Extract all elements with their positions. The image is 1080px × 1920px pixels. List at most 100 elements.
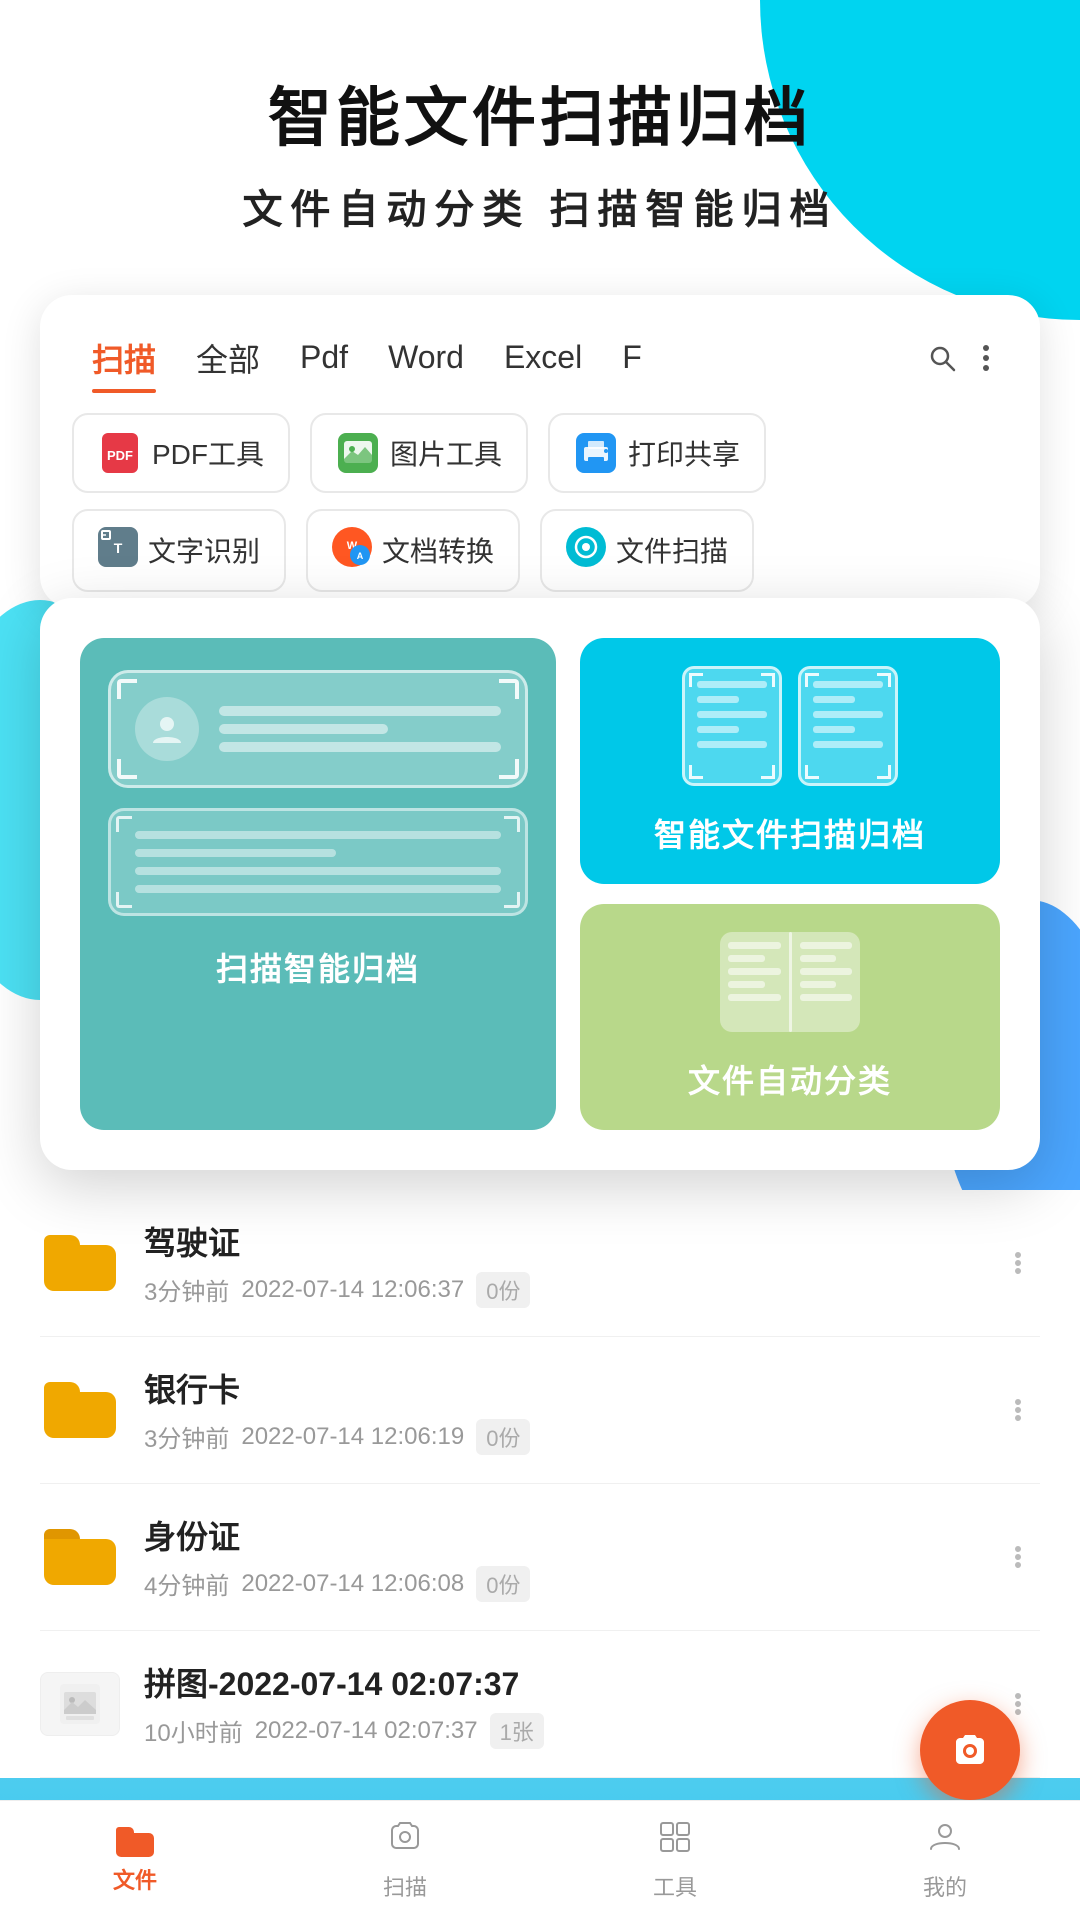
item-name: 银行卡: [144, 1365, 972, 1411]
doc-card-preview: [108, 808, 528, 916]
item-info: 银行卡 3分钟前 2022-07-14 12:06:19 0份: [144, 1365, 972, 1455]
image-icon: [336, 431, 380, 475]
main-title: 智能文件扫描归档: [60, 80, 1020, 157]
print-tool-label: 打印共享: [628, 433, 740, 473]
item-time-ago: 4分钟前: [144, 1566, 229, 1601]
book-icon-preview: [720, 932, 860, 1032]
feature-smart-scan-label: 智能文件扫描归档: [654, 810, 926, 856]
person-icon: [135, 697, 199, 761]
feature-classify-label: 文件自动分类: [688, 1056, 892, 1102]
item-more-button[interactable]: [996, 1241, 1040, 1285]
sub-title: 文件自动分类 扫描智能归档: [60, 177, 1020, 235]
svg-text:PDF: PDF: [107, 448, 133, 463]
item-date: 2022-07-14 12:06:19: [241, 1423, 464, 1451]
tool-row-1: PDF PDF工具 图片工具: [72, 413, 1008, 493]
tab-bar: 扫描 全部 Pdf Word Excel F: [72, 327, 1008, 389]
nav-folder-icon: [116, 1827, 154, 1857]
list-item[interactable]: 拼图-2022-07-14 02:07:37 10小时前 2022-07-14 …: [40, 1631, 1040, 1778]
convert-icon: W A: [332, 527, 372, 574]
doc-icon-2: [798, 666, 898, 786]
doc-pair-preview: [682, 666, 898, 786]
tab-excel[interactable]: Excel: [484, 331, 602, 384]
header: 智能文件扫描归档 文件自动分类 扫描智能归档: [0, 0, 1080, 275]
list-item[interactable]: 驾驶证 3分钟前 2022-07-14 12:06:37 0份: [40, 1190, 1040, 1337]
tool-row-2: T 文字识别 W A 文档转换: [72, 509, 1008, 592]
list-item[interactable]: 银行卡 3分钟前 2022-07-14 12:06:19 0份: [40, 1337, 1040, 1484]
feature-auto-classify[interactable]: 文件自动分类: [580, 904, 1000, 1130]
nav-camera-icon: [387, 1819, 423, 1864]
file-list: 驾驶证 3分钟前 2022-07-14 12:06:37 0份 银行卡 3分钟前…: [0, 1190, 1080, 1778]
item-meta: 4分钟前 2022-07-14 12:06:08 0份: [144, 1566, 972, 1602]
nav-files-label: 文件: [113, 1863, 157, 1895]
img-tool-button[interactable]: 图片工具: [310, 413, 528, 493]
doc-icon-1: [682, 666, 782, 786]
pdf-tool-button[interactable]: PDF PDF工具: [72, 413, 290, 493]
search-button[interactable]: [920, 336, 964, 380]
scan-tool-button[interactable]: 文件扫描: [540, 509, 754, 592]
pdf-tool-label: PDF工具: [152, 433, 264, 473]
item-info: 拼图-2022-07-14 02:07:37 10小时前 2022-07-14 …: [144, 1659, 972, 1749]
feature-scan-label: 扫描智能归档: [216, 944, 420, 990]
scan-icon: [566, 527, 606, 574]
convert-tool-label: 文档转换: [382, 530, 494, 570]
item-count: 1张: [490, 1713, 544, 1749]
tab-all[interactable]: 全部: [176, 327, 280, 389]
ocr-tool-label: 文字识别: [148, 530, 260, 570]
folder-yellow-icon: [44, 1529, 116, 1585]
tab-pdf[interactable]: Pdf: [280, 331, 368, 384]
id-card-preview: [108, 670, 528, 788]
item-date: 2022-07-14 12:06:37: [241, 1276, 464, 1304]
item-name: 身份证: [144, 1512, 972, 1558]
camera-fab-button[interactable]: [920, 1700, 1020, 1800]
item-meta: 3分钟前 2022-07-14 12:06:19 0份: [144, 1419, 972, 1455]
convert-tool-button[interactable]: W A 文档转换: [306, 509, 520, 592]
tab-scan[interactable]: 扫描: [72, 327, 176, 389]
scan-tool-label: 文件扫描: [616, 530, 728, 570]
item-date: 2022-07-14 12:06:08: [241, 1570, 464, 1598]
feature-scan-archive[interactable]: 扫描智能归档: [80, 638, 556, 1130]
item-time-ago: 3分钟前: [144, 1419, 229, 1454]
item-count: 0份: [476, 1272, 530, 1308]
item-count: 0份: [476, 1419, 530, 1455]
bottom-navigation: 文件 扫描 工具 我的: [0, 1800, 1080, 1920]
feature-right-panel: 智能文件扫描归档 文: [580, 638, 1000, 1130]
main-card: 扫描 全部 Pdf Word Excel F PDF: [40, 295, 1040, 608]
nav-files[interactable]: 文件: [0, 1801, 270, 1920]
tab-word[interactable]: Word: [368, 331, 484, 384]
image-thumbnail: [40, 1672, 120, 1736]
nav-mine[interactable]: 我的: [810, 1801, 1080, 1920]
more-options-button[interactable]: [964, 336, 1008, 380]
folder-icon: [40, 1525, 120, 1589]
card-lines: [219, 706, 501, 752]
item-name: 驾驶证: [144, 1218, 972, 1264]
item-info: 驾驶证 3分钟前 2022-07-14 12:06:37 0份: [144, 1218, 972, 1308]
folder-icon: [40, 1231, 120, 1295]
print-tool-button[interactable]: 打印共享: [548, 413, 766, 493]
item-time-ago: 3分钟前: [144, 1272, 229, 1307]
nav-scan[interactable]: 扫描: [270, 1801, 540, 1920]
folder-yellow-icon: [44, 1235, 116, 1291]
pdf-icon: PDF: [98, 431, 142, 475]
ocr-tool-button[interactable]: T 文字识别: [72, 509, 286, 592]
feature-card: 扫描智能归档: [40, 598, 1040, 1170]
ocr-icon: T: [98, 527, 138, 574]
folder-icon: [40, 1378, 120, 1442]
feature-smart-scan[interactable]: 智能文件扫描归档: [580, 638, 1000, 884]
item-time-ago: 10小时前: [144, 1713, 243, 1748]
item-meta: 3分钟前 2022-07-14 12:06:37 0份: [144, 1272, 972, 1308]
nav-tools[interactable]: 工具: [540, 1801, 810, 1920]
nav-tools-label: 工具: [653, 1870, 697, 1902]
item-count: 0份: [476, 1566, 530, 1602]
item-more-button[interactable]: [996, 1535, 1040, 1579]
item-more-button[interactable]: [996, 1388, 1040, 1432]
folder-yellow-icon: [44, 1382, 116, 1438]
tab-f[interactable]: F: [602, 331, 662, 384]
nav-person-icon: [927, 1819, 963, 1864]
item-date: 2022-07-14 02:07:37: [255, 1717, 478, 1745]
nav-mine-label: 我的: [923, 1870, 967, 1902]
svg-text:T: T: [114, 540, 123, 556]
nav-grid-icon: [657, 1819, 693, 1864]
print-icon: [574, 431, 618, 475]
item-name: 拼图-2022-07-14 02:07:37: [144, 1659, 972, 1705]
list-item[interactable]: 身份证 4分钟前 2022-07-14 12:06:08 0份: [40, 1484, 1040, 1631]
